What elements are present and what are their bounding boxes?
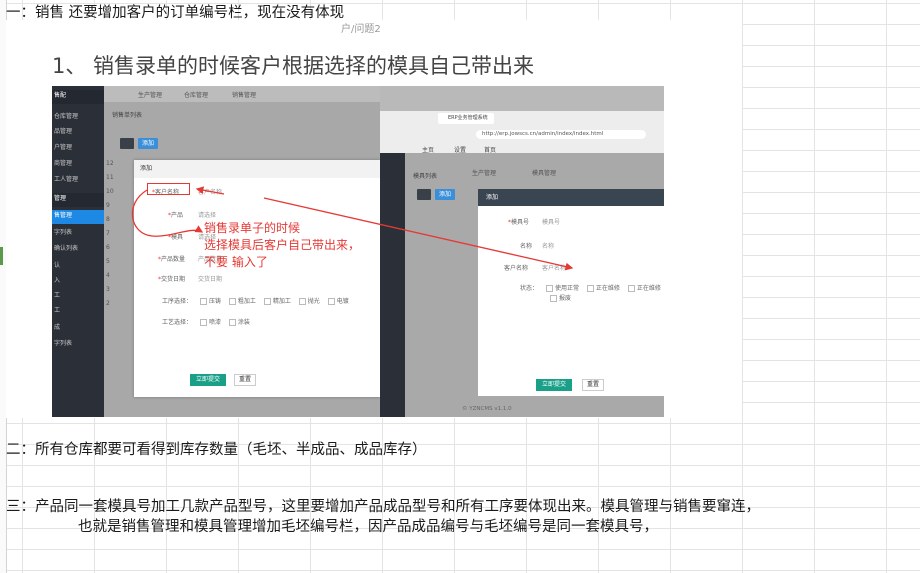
- note-3-line-1[interactable]: 三：产品同一套模具号加工几款产品型号，这里要增加产品成品型号和所有工序要体现出来…: [6, 498, 760, 516]
- embedded-screenshot: 售配 仓库管理 品管理 户管理 商管理 工人管理 管理 售管理 字列表 确认列表…: [52, 86, 664, 417]
- curved-arrow-to-mold: [131, 189, 204, 237]
- annotation-arrows: [131, 186, 574, 271]
- arrow-to-mold-customer: [263, 197, 574, 271]
- embedded-slide[interactable]: 户/问题2 1、 销售录单的时候客户根据选择的模具自己带出来 售配 仓库管理 品…: [6, 20, 742, 418]
- note-3-line-2[interactable]: 也就是销售管理和模具管理增加毛坯编号栏，因产品成品编号与毛坯编号是同一套模具号，: [78, 518, 658, 536]
- active-row-marker: [0, 247, 3, 265]
- slide-title: 1、 销售录单的时候客户根据选择的模具自己带出来: [52, 54, 535, 78]
- arrow-to-customer-field: [195, 186, 225, 195]
- note-2[interactable]: 二：所有仓库都要可看得到库存数量（毛坯、半成品、成品库存）: [6, 441, 427, 459]
- slide-top-text: 户/问题2: [341, 24, 381, 35]
